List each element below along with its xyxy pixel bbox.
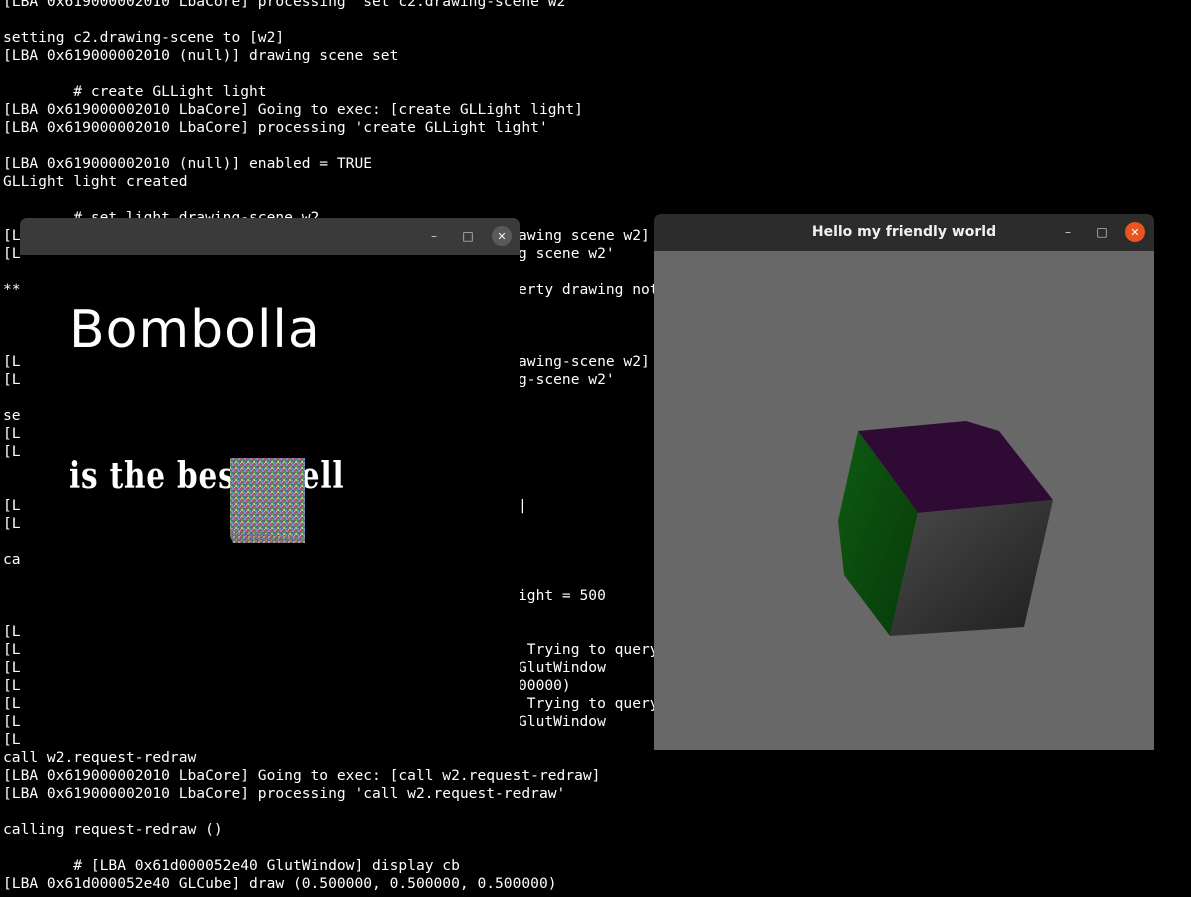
terminal-line: [LBA 0x61d000052e40 GLCube] draw (0.5000… <box>3 875 557 892</box>
terminal-fragment: [L <box>3 659 21 676</box>
title-bar[interactable]: Hello my friendly world – □ ✕ <box>654 214 1154 251</box>
terminal-fragment: Trying to query <box>518 641 659 658</box>
terminal-fragment: ca <box>3 551 21 568</box>
minimize-button[interactable]: – <box>1058 222 1078 242</box>
terminal-fragment: [L <box>3 371 21 388</box>
terminal-line: setting c2.drawing-scene to [w2] <box>3 29 285 46</box>
terminal-fragment: erty drawing not <box>518 281 659 298</box>
terminal-line: [LBA 0x619000002010 LbaCore] processing … <box>3 119 548 136</box>
minimize-icon: – <box>431 229 437 243</box>
close-icon: ✕ <box>1130 225 1140 239</box>
window-title: Hello my friendly world <box>811 224 997 240</box>
terminal-fragment: ** <box>3 281 21 298</box>
bombolla-window[interactable]: – □ ✕ Bombolla is the best shell <box>20 218 520 750</box>
terminal-line: [LBA 0x619000002010 LbaCore] Going to ex… <box>3 101 583 118</box>
maximize-button[interactable]: □ <box>1092 222 1112 242</box>
terminal-line: call w2.request-redraw <box>3 749 197 766</box>
terminal-fragment: [L <box>3 425 21 442</box>
close-button[interactable]: ✕ <box>1125 222 1145 242</box>
terminal-line: # [LBA 0x61d000052e40 GlutWindow] displa… <box>3 857 460 874</box>
terminal-line: calling request-redraw () <box>3 821 223 838</box>
terminal-fragment: g-scene w2' <box>518 371 615 388</box>
terminal-fragment: se <box>3 407 21 424</box>
terminal-fragment: [L <box>3 245 21 262</box>
gl-canvas[interactable]: Bombolla is the best shell <box>20 255 520 750</box>
hello-world-window[interactable]: Hello my friendly world – □ ✕ <box>654 214 1154 750</box>
terminal-fragment: [L <box>3 713 21 730</box>
rotating-cube <box>838 421 1053 636</box>
terminal-fragment: [L <box>3 641 21 658</box>
terminal-line: [LBA 0x619000002010 (null)] enabled = TR… <box>3 155 373 172</box>
heading-text: Bombolla <box>69 300 321 360</box>
terminal-fragment: [L <box>3 443 21 460</box>
terminal-fragment: GlutWindow <box>518 659 606 676</box>
terminal-line: [LBA 0x619000002010 LbaCore] processing … <box>3 785 566 802</box>
terminal-fragment: GlutWindow <box>518 713 606 730</box>
terminal-fragment: 00000) <box>518 677 571 694</box>
terminal-fragment: Trying to query <box>518 695 659 712</box>
terminal-fragment: awing-scene w2] <box>518 353 650 370</box>
terminal-fragment: [L <box>3 353 21 370</box>
minimize-button[interactable]: – <box>424 226 444 246</box>
terminal-line: # create GLLight light <box>3 83 267 100</box>
terminal-fragment: [L <box>3 623 21 640</box>
close-button[interactable]: ✕ <box>492 226 512 246</box>
maximize-icon: □ <box>1096 225 1108 239</box>
terminal-fragment: [L <box>3 677 21 694</box>
terminal-line: GLLight light created <box>3 173 188 190</box>
terminal-fragment: ight = 500 <box>518 587 606 604</box>
terminal-fragment: [L <box>3 731 21 748</box>
terminal-fragment: g scene w2' <box>518 245 615 262</box>
terminal-fragment: [L <box>3 227 21 244</box>
terminal-line: [LBA 0x619000002010 (null)] drawing scen… <box>3 47 399 64</box>
close-icon: ✕ <box>497 229 507 243</box>
maximize-icon: □ <box>462 229 474 243</box>
terminal-fragment: [L <box>3 695 21 712</box>
terminal-fragment: awing scene w2] <box>518 227 650 244</box>
textured-cube <box>230 458 305 543</box>
minimize-icon: – <box>1065 225 1071 239</box>
terminal-fragment: [L <box>3 497 21 514</box>
maximize-button[interactable]: □ <box>458 226 478 246</box>
terminal-line: [LBA 0x619000002010 LbaCore] processing … <box>3 0 575 10</box>
gl-canvas[interactable] <box>654 251 1154 750</box>
terminal-line: [LBA 0x619000002010 LbaCore] Going to ex… <box>3 767 601 784</box>
terminal-fragment: [L <box>3 515 21 532</box>
title-bar[interactable]: – □ ✕ <box>20 218 520 255</box>
